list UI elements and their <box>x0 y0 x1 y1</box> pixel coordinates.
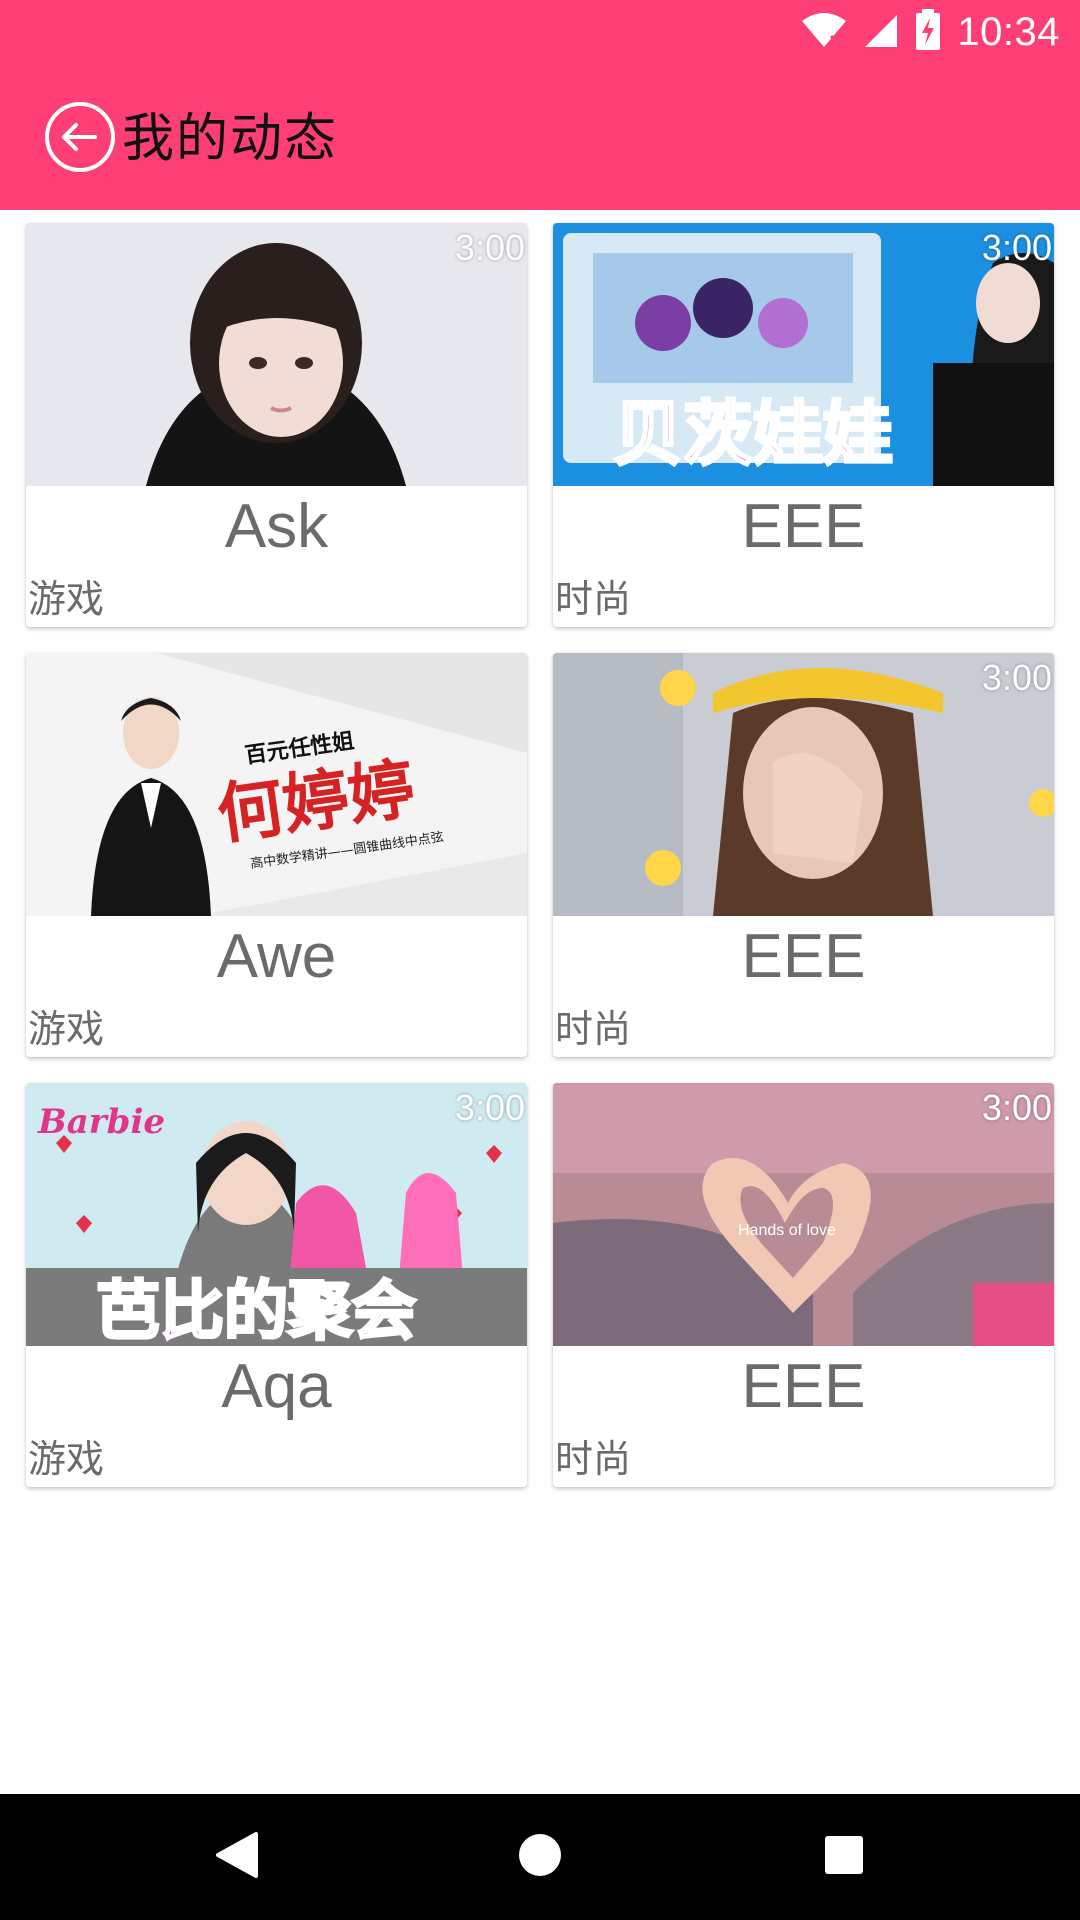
video-card[interactable]: 3:00 Ask 游戏 <box>26 223 527 627</box>
system-nav-bar <box>0 1794 1080 1920</box>
recents-square-icon <box>824 1835 864 1879</box>
video-thumbnail: 3:00 <box>553 653 1054 916</box>
back-arrow-circle-icon <box>43 100 117 178</box>
back-triangle-icon <box>214 1830 258 1884</box>
video-category: 时尚 <box>555 577 632 621</box>
cellular-signal-icon <box>863 11 899 53</box>
video-card[interactable]: Barbie 芭比的聚会 3:00 Aqa 游戏 <box>26 1083 527 1487</box>
home-circle-icon <box>518 1833 562 1881</box>
video-title: Awe <box>216 922 337 991</box>
video-thumbnail: Barbie 芭比的聚会 3:00 <box>26 1083 527 1346</box>
video-title: EEE <box>741 492 866 561</box>
video-category: 时尚 <box>555 1007 632 1051</box>
card2-banner-text: 贝茨娃娃 <box>613 393 893 475</box>
video-duration: 3:00 <box>981 657 1052 698</box>
video-duration: 3:00 <box>981 1087 1052 1128</box>
card5-brand: Barbie <box>37 1102 165 1142</box>
card6-caption: Hands of love <box>738 1222 836 1239</box>
video-thumbnail: Hands of love 3:00 <box>553 1083 1054 1346</box>
status-bar: 10:34 <box>0 0 1080 63</box>
video-title: EEE <box>741 922 866 991</box>
video-thumbnail: 贝茨娃娃 3:00 <box>553 223 1054 486</box>
page-title: 我的动态 <box>122 109 339 169</box>
video-duration: 3:00 <box>981 227 1052 268</box>
video-category: 时尚 <box>555 1437 632 1481</box>
video-category: 游戏 <box>28 577 105 621</box>
video-duration: 3:00 <box>454 227 525 268</box>
nav-home-button[interactable] <box>510 1827 570 1887</box>
video-title: Aqa <box>221 1352 332 1421</box>
back-button[interactable] <box>40 99 120 179</box>
video-grid: 3:00 Ask 游戏 贝茨娃娃 3:00 EEE 时尚 百元任性姐 何婷婷 高… <box>26 223 1054 1487</box>
card5-banner-text: 芭比的聚会 <box>96 1275 416 1346</box>
video-thumbnail: 3:00 <box>26 223 527 486</box>
status-icons: 10:34 <box>801 8 1060 56</box>
video-card[interactable]: 百元任性姐 何婷婷 高中数学精讲——圆锥曲线中点弦 Awe 游戏 <box>26 653 527 1057</box>
video-category: 游戏 <box>28 1437 105 1481</box>
battery-charging-icon <box>915 9 941 55</box>
video-card[interactable]: Hands of love 3:00 EEE 时尚 <box>553 1083 1054 1487</box>
video-duration: 3:00 <box>454 1087 525 1128</box>
video-category: 游戏 <box>28 1007 105 1051</box>
status-time: 10:34 <box>957 9 1060 54</box>
nav-back-button[interactable] <box>206 1827 266 1887</box>
toolbar: 我的动态 <box>0 63 1080 210</box>
video-thumbnail: 百元任性姐 何婷婷 高中数学精讲——圆锥曲线中点弦 <box>26 653 527 916</box>
wifi-icon <box>801 11 847 53</box>
video-title: Ask <box>224 492 329 561</box>
video-card[interactable]: 3:00 EEE 时尚 <box>553 653 1054 1057</box>
app-header: 10:34 我的动态 <box>0 0 1080 210</box>
video-title: EEE <box>741 1352 866 1421</box>
video-card[interactable]: 贝茨娃娃 3:00 EEE 时尚 <box>553 223 1054 627</box>
nav-recents-button[interactable] <box>814 1827 874 1887</box>
